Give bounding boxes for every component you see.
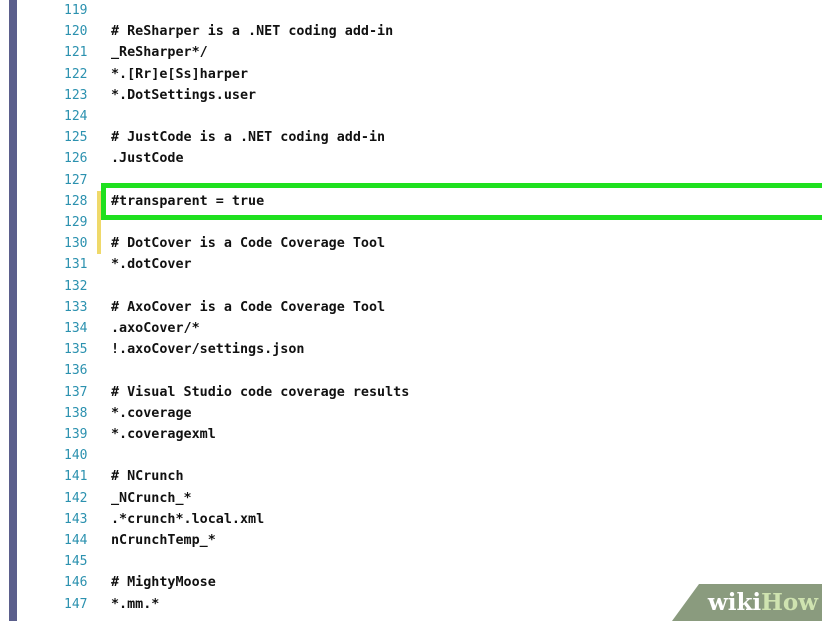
code-line[interactable]: 139 *.coveragexml xyxy=(17,424,822,445)
code-line[interactable]: 125 # JustCode is a .NET coding add-in xyxy=(17,127,822,148)
line-text[interactable]: .axoCover/* xyxy=(111,318,200,339)
line-number: 120 xyxy=(64,24,88,40)
line-number: 127 xyxy=(64,172,88,188)
code-line[interactable]: 138 *.coverage xyxy=(17,403,822,424)
line-text[interactable]: *.[Rr]e[Ss]harper xyxy=(111,64,248,85)
line-number: 125 xyxy=(64,130,88,146)
line-text[interactable]: # NCrunch xyxy=(111,466,184,487)
code-line[interactable]: 126 .JustCode xyxy=(17,148,822,169)
line-number: 141 xyxy=(64,469,88,485)
line-text[interactable]: # Visual Studio code coverage results xyxy=(111,382,409,403)
line-text[interactable]: *.DotSettings.user xyxy=(111,85,256,106)
code-line[interactable]: 140 xyxy=(17,445,822,466)
line-number: 140 xyxy=(64,448,88,464)
code-line[interactable]: 122 *.[Rr]e[Ss]harper xyxy=(17,64,822,85)
line-text[interactable]: *.dotCover xyxy=(111,254,192,275)
line-number: 121 xyxy=(64,45,88,61)
line-text[interactable]: # ReSharper is a .NET coding add-in xyxy=(111,21,393,42)
line-number: 146 xyxy=(64,575,88,591)
line-text[interactable]: nCrunchTemp_* xyxy=(111,530,216,551)
line-number: 132 xyxy=(64,278,88,294)
line-text[interactable]: !.axoCover/settings.json xyxy=(111,339,304,360)
line-number: 138 xyxy=(64,405,88,421)
code-line[interactable]: 120 # ReSharper is a .NET coding add-in xyxy=(17,21,822,42)
line-number: 137 xyxy=(64,384,88,400)
code-line[interactable]: 132 xyxy=(17,276,822,297)
line-text[interactable]: # AxoCover is a Code Coverage Tool xyxy=(111,297,385,318)
code-line[interactable]: 141 # NCrunch xyxy=(17,466,822,487)
code-line[interactable]: 142 _NCrunch_* xyxy=(17,488,822,509)
line-number: 119 xyxy=(64,3,88,18)
line-number: 144 xyxy=(64,533,88,548)
code-line[interactable]: 119 xyxy=(17,0,822,21)
code-line[interactable]: 135 !.axoCover/settings.json xyxy=(17,339,822,360)
code-line[interactable]: 131 *.dotCover xyxy=(17,254,822,275)
line-number: 129 xyxy=(64,215,88,230)
code-line[interactable]: 124 xyxy=(17,106,822,127)
line-number: 122 xyxy=(64,66,88,82)
line-text[interactable]: _ReSharper*/ xyxy=(111,42,208,63)
code-editor[interactable]: 119 120 # ReSharper is a .NET coding add-i… xyxy=(17,0,822,621)
editor-left-margin-bar xyxy=(9,0,17,621)
line-number: 143 xyxy=(64,511,88,527)
line-text[interactable]: # MightyMoose xyxy=(111,572,216,593)
code-line[interactable]: 144 nCrunchTemp_* xyxy=(17,530,822,551)
line-number: 123 xyxy=(64,87,88,103)
code-line[interactable]: 134 .axoCover/* xyxy=(17,318,822,339)
code-line[interactable]: 136 xyxy=(17,360,822,381)
line-number: 142 xyxy=(64,490,88,506)
line-text[interactable]: .*crunch*.local.xml xyxy=(111,509,264,530)
line-number: 124 xyxy=(64,109,88,124)
line-number: 131 xyxy=(64,257,88,273)
watermark-how: How xyxy=(761,589,818,616)
watermark-wiki: wiki xyxy=(707,589,762,616)
code-line[interactable]: 143 .*crunch*.local.xml xyxy=(17,509,822,530)
change-marker xyxy=(97,233,101,255)
line-text[interactable]: *.mm.* xyxy=(111,594,159,615)
code-line[interactable]: 130 # DotCover is a Code Coverage Tool xyxy=(17,233,822,254)
line-number: 135 xyxy=(64,342,88,358)
line-number: 145 xyxy=(64,554,88,570)
line-text[interactable]: # DotCover is a Code Coverage Tool xyxy=(111,233,385,254)
code-line[interactable]: 133 # AxoCover is a Code Coverage Tool xyxy=(17,297,822,318)
code-line[interactable]: 137 # Visual Studio code coverage results xyxy=(17,382,822,403)
code-line[interactable]: 123 *.DotSettings.user xyxy=(17,85,822,106)
highlight-box xyxy=(101,182,822,220)
line-number: 136 xyxy=(64,363,88,379)
code-line[interactable]: 145 xyxy=(17,551,822,572)
line-number: 130 xyxy=(64,236,88,252)
line-text[interactable]: _NCrunch_* xyxy=(111,488,192,509)
line-number: 139 xyxy=(64,427,88,442)
line-text[interactable]: # JustCode is a .NET coding add-in xyxy=(111,127,385,148)
line-text[interactable]: *.coverage xyxy=(111,403,192,424)
code-line[interactable]: 121 _ReSharper*/ xyxy=(17,42,822,63)
line-number: 126 xyxy=(64,151,88,167)
line-text[interactable]: .JustCode xyxy=(111,148,184,169)
line-number: 128 xyxy=(64,193,88,209)
line-number: 134 xyxy=(64,321,88,336)
line-number: 147 xyxy=(64,596,88,612)
line-text[interactable]: *.coveragexml xyxy=(111,424,216,445)
line-number: 133 xyxy=(64,299,88,315)
